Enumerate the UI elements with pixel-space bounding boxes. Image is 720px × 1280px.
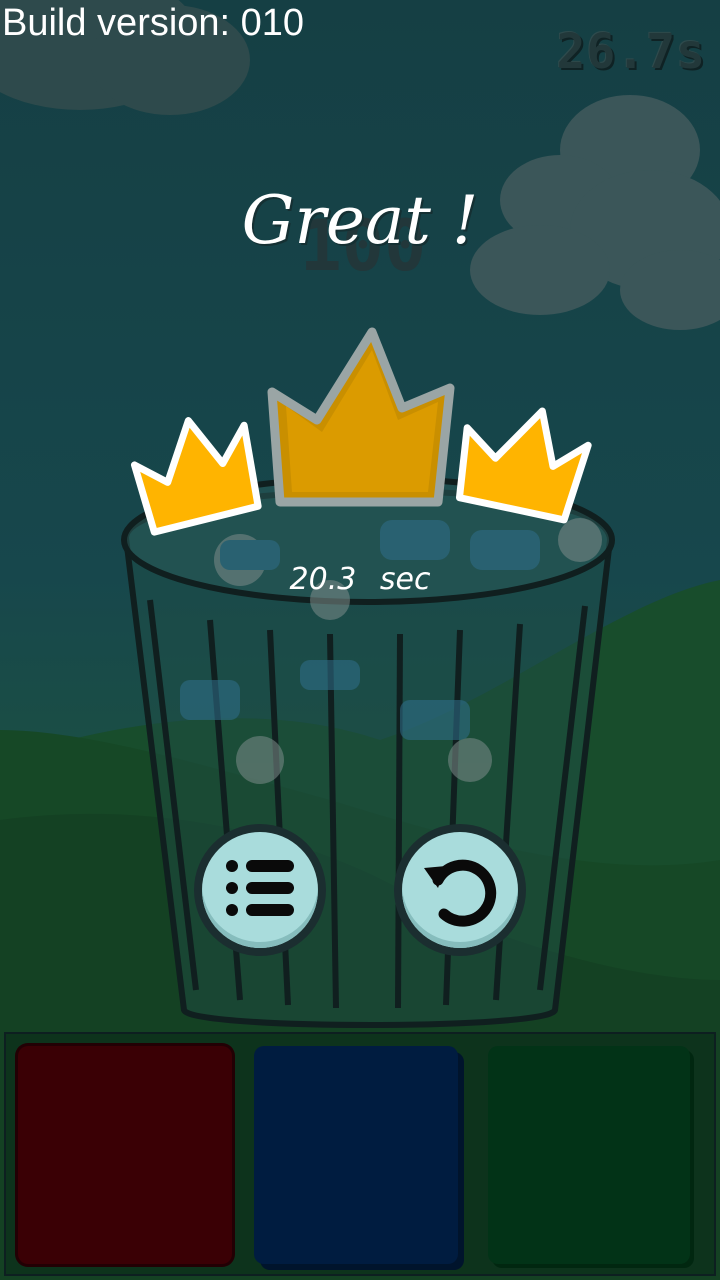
crown-right <box>455 407 592 524</box>
game-screen: Build version: 010 26.7s 100 Great ! 20.… <box>0 0 720 1280</box>
list-icon <box>226 860 294 916</box>
result-time: 20.3 sec <box>260 560 460 600</box>
result-time-unit: sec <box>379 562 431 597</box>
retry-button[interactable] <box>394 824 526 956</box>
red-bin-button[interactable] <box>18 1046 232 1264</box>
build-version-label: Build version: 010 <box>2 2 305 44</box>
blue-bin-button[interactable] <box>254 1046 458 1264</box>
menu-button[interactable] <box>194 824 326 956</box>
result-title: Great ! <box>241 182 479 259</box>
crown-center <box>267 327 455 507</box>
timer-display: 26.7s <box>556 24 706 80</box>
restart-icon <box>424 859 497 927</box>
result-time-value: 20.3 <box>289 562 357 597</box>
green-bin-button[interactable] <box>488 1046 690 1264</box>
